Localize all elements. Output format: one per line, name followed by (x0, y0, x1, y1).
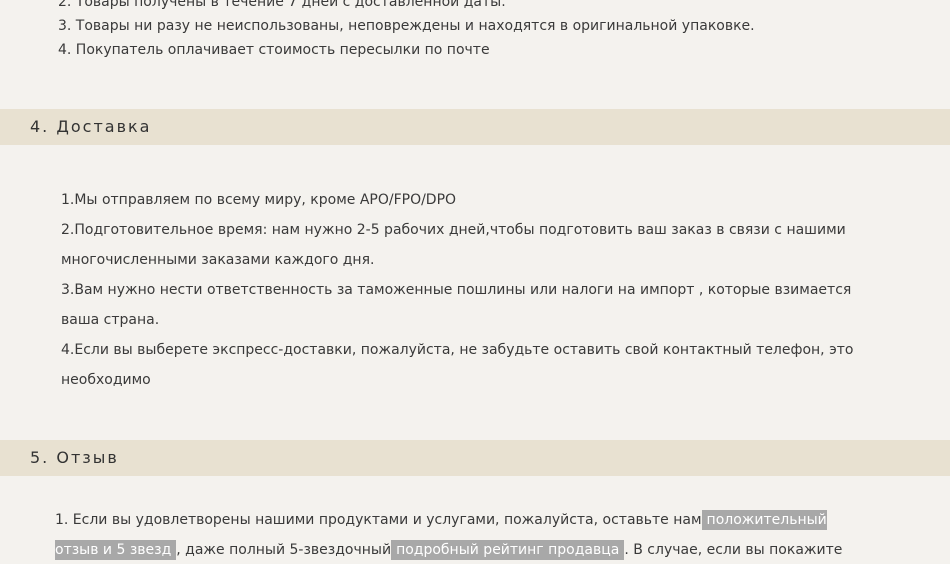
list-item: 1.Мы отправляем по всему миру, кроме APO… (61, 192, 457, 208)
list-item: 3. Товары ни разу не неиспользованы, неп… (58, 18, 755, 34)
list-item: 2. Товары получены в течение 7 дней с до… (58, 0, 506, 10)
review-text: 1. Если вы удовлетворены нашими продукта… (55, 512, 702, 528)
section-title: 5. Отзыв (30, 448, 119, 467)
section-title: 4. Доставка (30, 117, 152, 136)
delivery-list: 1.Мы отправляем по всему миру, кроме APO… (61, 185, 861, 395)
list-item: 3.Вам нужно нести ответственность за там… (61, 282, 852, 328)
review-text: , даже полный 5-звездочный (176, 542, 392, 558)
highlight-seller-rating: подробный рейтинг продавца (391, 540, 625, 560)
review-section-header: 5. Отзыв (0, 440, 950, 476)
page: 2. Товары получены в течение 7 дней с до… (0, 0, 950, 564)
review-paragraph: 1. Если вы удовлетворены нашими продукта… (55, 505, 855, 564)
list-item: 2.Подготовительное время: нам нужно 2-5 … (61, 222, 846, 268)
list-item: 4. Покупатель оплачивает стоимость перес… (58, 42, 490, 58)
returns-conditions-list: 2. Товары получены в течение 7 дней с до… (58, 0, 755, 62)
list-item: 4.Если вы выберете экспресс-доставки, по… (61, 342, 854, 388)
delivery-section-header: 4. Доставка (0, 109, 950, 145)
review-text: . В случае, если вы покажите (624, 542, 843, 558)
